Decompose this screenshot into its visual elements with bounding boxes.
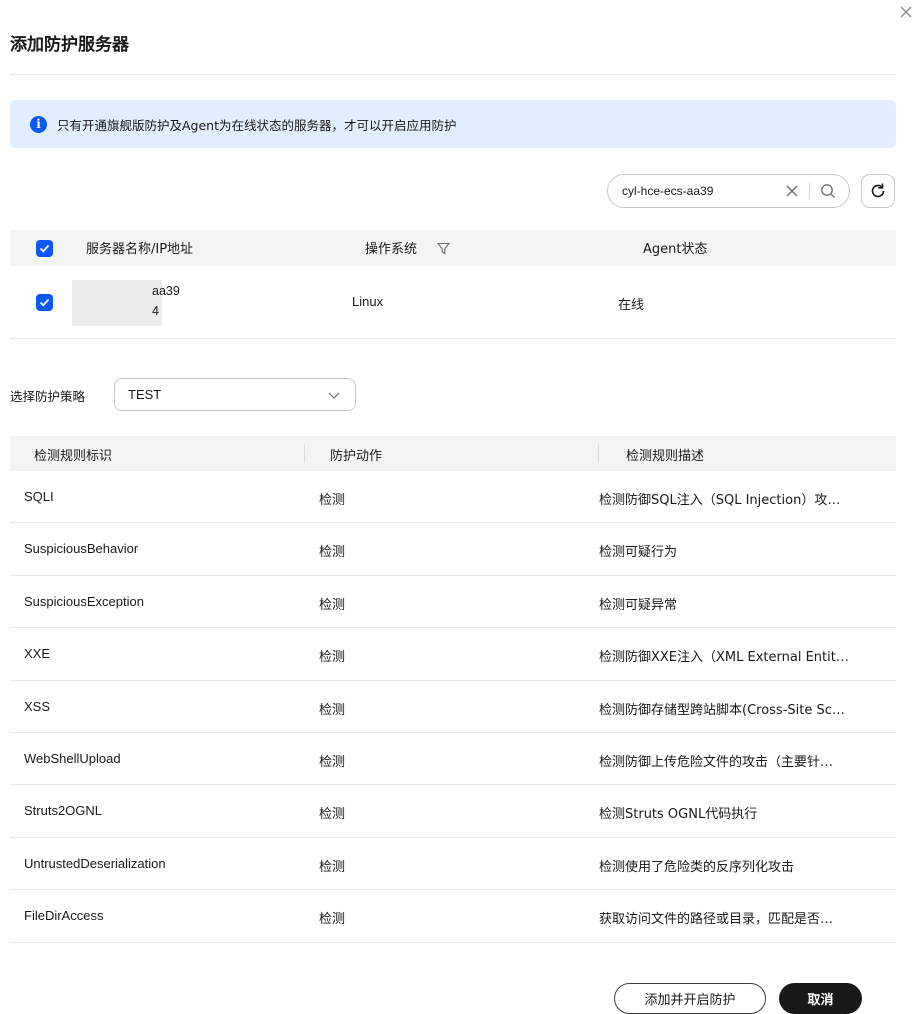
col-rule-id: 检测规则标识 [34,449,113,464]
info-alert: i 只有开通旗舰版防护及Agent为在线状态的服务器，才可以开启应用防护 [10,100,896,148]
check-icon [39,298,50,307]
rule-action: 检测 [319,912,346,928]
column-divider [304,444,305,463]
table-row[interactable]: XXE 检测 检测防御XXE注入（XML External Entit… [10,628,896,681]
col-agent-status: Agent状态 [643,242,708,257]
agent-status: 在线 [618,298,645,313]
policy-selected-value: TEST [128,387,162,402]
server-name: aa39 [152,284,180,298]
chevron-down-icon [328,392,340,399]
rule-action: 检测 [319,493,346,508]
rule-action: 检测 [319,754,346,770]
rules-table-header: 检测规则标识 防护动作 检测规则描述 [10,436,896,471]
table-row[interactable]: FileDirAccess 检测 获取访问文件的路径或目录，匹配是否… [10,890,896,943]
rule-description: 检测防御SQL注入（SQL Injection）攻… [599,493,841,508]
rule-description: 检测可疑行为 [599,545,678,561]
close-icon[interactable] [898,4,914,20]
search-value[interactable]: cyl-hce-ecs-aa39 [622,184,785,198]
table-row[interactable]: UntrustedDeserialization 检测 检测使用了危险类的反序列化攻… [10,838,896,891]
table-row[interactable]: XSS 检测 检测防御存储型跨站脚本(Cross-Site Sc… [10,681,896,733]
rule-action: 检测 [319,859,346,875]
dialog-title: 添加防护服务器 [10,35,129,55]
rule-id: Struts2OGNL [24,803,103,819]
refresh-button[interactable] [861,174,895,208]
rule-id: WebShellUpload [24,750,121,766]
col-server-name: 服务器名称/IP地址 [86,242,194,257]
rule-id: SuspiciousBehavior [24,541,139,557]
table-row[interactable]: SQLI 检测 检测防御SQL注入（SQL Injection）攻… [10,471,896,524]
col-description: 检测规则描述 [626,449,705,464]
add-and-enable-button[interactable]: 添加并开启防护 [614,983,766,1014]
cancel-button[interactable]: 取消 [779,983,862,1014]
table-row[interactable]: SuspiciousBehavior 检测 检测可疑行为 [10,523,896,576]
rule-description: 检测防御存储型跨站脚本(Cross-Site Sc… [599,702,845,718]
rule-action: 检测 [319,545,346,561]
rule-description: 获取访问文件的路径或目录，匹配是否… [599,912,834,928]
filter-icon[interactable] [437,242,450,255]
check-icon [39,244,50,253]
table-row[interactable]: Struts2OGNL 检测 检测Struts OGNL代码执行 [10,785,896,838]
rule-description: 检测可疑异常 [599,597,678,613]
masked-server-name [72,280,162,326]
rule-description: 检测Struts OGNL代码执行 [599,807,758,823]
rule-id: SQLI [24,489,54,504]
table-row[interactable]: WebShellUpload 检测 检测防御上传危险文件的攻击（主要针… [10,733,896,786]
info-icon: i [30,115,47,133]
col-os: 操作系统 [365,242,418,257]
rule-id: FileDirAccess [24,908,104,924]
rule-action: 检测 [319,702,346,718]
server-ip: 4 [152,304,159,318]
server-table-header: 服务器名称/IP地址 操作系统 Agent状态 [10,230,896,266]
refresh-icon [871,183,885,198]
select-all-checkbox[interactable] [36,240,53,257]
table-row[interactable]: aa39 4 Linux 在线 [10,266,896,339]
search-separator [809,183,810,199]
clear-icon[interactable] [785,184,799,198]
search-icon[interactable] [820,183,836,199]
policy-select[interactable]: TEST [114,378,356,411]
rule-action: 检测 [319,597,346,613]
rule-action: 检测 [319,807,346,823]
info-alert-text: 只有开通旗舰版防护及Agent为在线状态的服务器，才可以开启应用防护 [57,117,457,133]
rule-description: 检测防御上传危险文件的攻击（主要针… [599,754,834,770]
rule-action: 检测 [319,650,346,666]
rule-id: SuspiciousException [24,593,144,609]
rule-id: UntrustedDeserialization [24,855,166,871]
table-row[interactable]: SuspiciousException 检测 检测可疑异常 [10,576,896,629]
rules-table-body: SQLI 检测 检测防御SQL注入（SQL Injection）攻… Suspicio… [10,471,896,943]
column-divider [598,444,599,463]
rule-description: 检测使用了危险类的反序列化攻击 [599,859,795,875]
policy-label: 选择防护策略 [10,389,86,404]
rule-id: XXE [24,646,51,662]
server-os: Linux [352,294,384,309]
title-divider [10,74,896,75]
server-search-input[interactable]: cyl-hce-ecs-aa39 [607,174,850,208]
rule-id: XSS [24,698,51,714]
col-action: 防护动作 [330,449,383,464]
row-checkbox[interactable] [36,294,53,311]
rules-table: 检测规则标识 防护动作 检测规则描述 SQLI 检测 检测防御SQL注入（SQL I… [10,436,896,943]
rule-description: 检测防御XXE注入（XML External Entit… [599,650,849,666]
